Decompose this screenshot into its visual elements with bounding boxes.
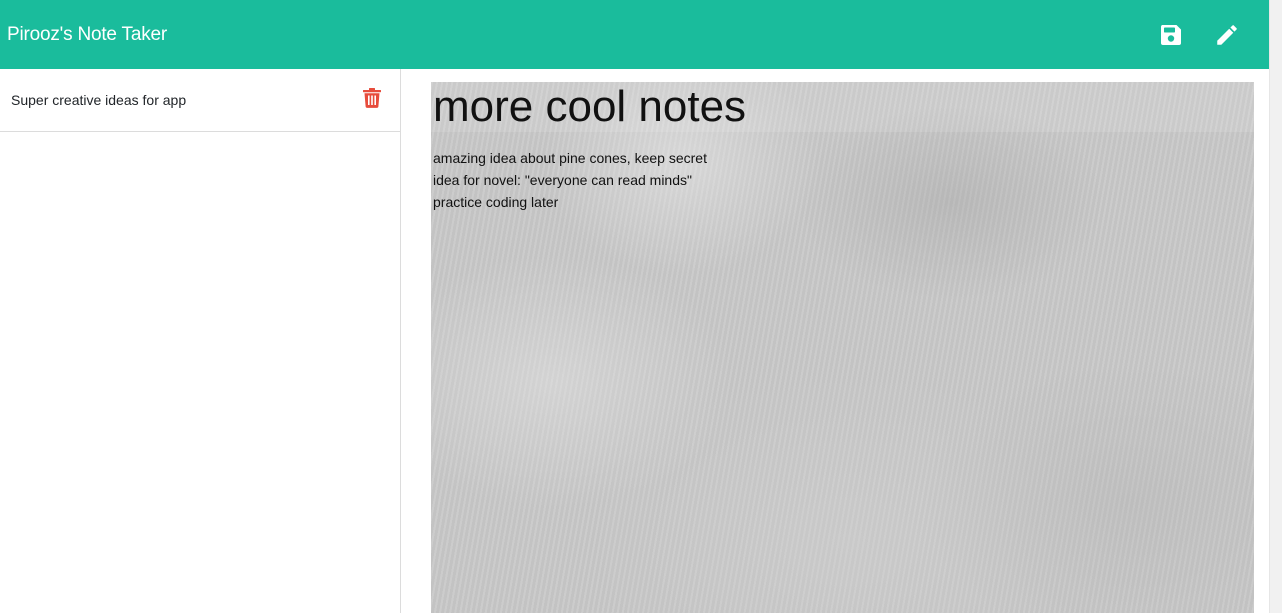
page-scrollbar[interactable] <box>1269 0 1282 613</box>
navbar: Pirooz's Note Taker <box>0 0 1269 69</box>
save-icon <box>1160 24 1181 45</box>
trash-icon <box>363 88 381 108</box>
note-editor: amazing idea about pine cones, keep secr… <box>431 82 1254 613</box>
app-brand[interactable]: Pirooz's Note Taker <box>7 24 167 46</box>
navbar-actions <box>1157 21 1241 49</box>
delete-note-button[interactable] <box>363 88 381 108</box>
note-list-item[interactable]: Super creative ideas for app <box>0 69 400 132</box>
pencil-icon <box>1217 24 1237 45</box>
note-list: Super creative ideas for app <box>0 69 400 132</box>
note-list-sidebar: Super creative ideas for app <box>0 69 401 613</box>
note-taker-app: Pirooz's Note Taker Super creative ideas… <box>0 0 1282 613</box>
note-text-area[interactable]: amazing idea about pine cones, keep secr… <box>431 132 1254 613</box>
note-list-item-title[interactable]: Super creative ideas for app <box>11 92 186 108</box>
new-note-button[interactable] <box>1213 21 1241 49</box>
save-note-button[interactable] <box>1157 21 1185 49</box>
note-title-input[interactable] <box>431 82 1254 132</box>
